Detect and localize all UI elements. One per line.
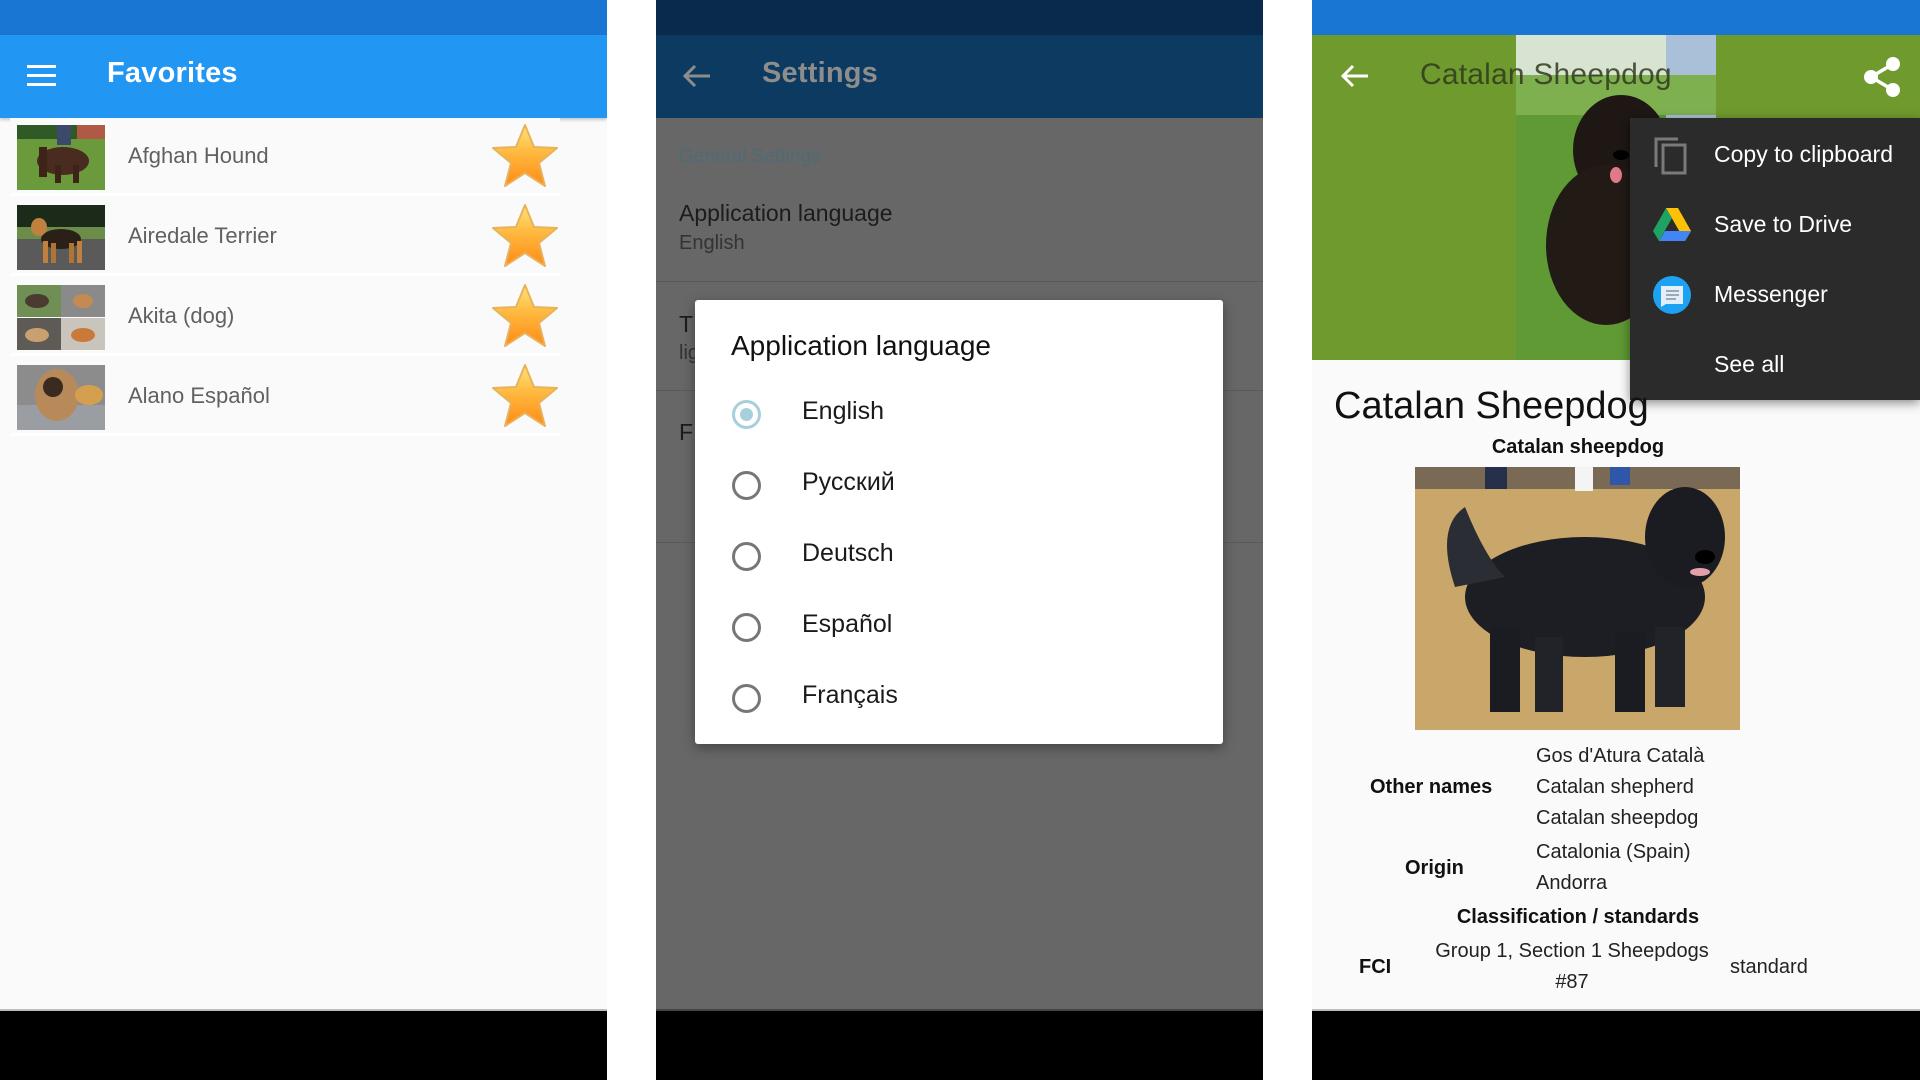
share-item-label: Copy to clipboard (1714, 141, 1893, 167)
fci-standard-link[interactable]: standard (1730, 956, 1808, 979)
share-copy-to-clipboard[interactable]: Copy to clipboard (1630, 120, 1920, 190)
radio-button[interactable] (732, 613, 761, 642)
other-name-value: Catalan sheepdog (1536, 807, 1699, 829)
google-drive-icon (1653, 208, 1691, 241)
akita-collage-photo (17, 285, 105, 350)
classification-header: Classification / standards (1456, 906, 1700, 928)
other-name-value: Catalan shepherd (1536, 776, 1694, 798)
language-option-french[interactable]: Français (695, 667, 1223, 729)
favorite-star-icon[interactable] (490, 362, 560, 430)
status-bar (1312, 0, 1920, 35)
app-toolbar: Settings (656, 35, 1263, 118)
list-item[interactable]: Afghan Hound (10, 118, 560, 196)
option-label: English (802, 397, 884, 425)
setting-title: Application language (679, 200, 893, 226)
app-toolbar: Favorites (0, 35, 607, 118)
share-item-label: Messenger (1714, 281, 1828, 307)
option-label: Русский (802, 468, 895, 496)
radio-button[interactable] (732, 471, 761, 500)
system-nav-bar (1312, 1009, 1920, 1080)
radio-button-checked[interactable] (732, 400, 761, 429)
page-title: Favorites (107, 57, 238, 89)
breed-detail-screen: Catalan Sheepdog Copy to clipboard Save … (1312, 0, 1920, 1080)
system-nav-bar (656, 1009, 1263, 1080)
breed-heading: Catalan Sheepdog (1334, 385, 1649, 427)
airedale-terrier-photo (17, 205, 105, 270)
breed-name: Akita (dog) (128, 303, 235, 328)
language-dialog: Application language English Русский Deu… (695, 300, 1223, 744)
breed-name: Afghan Hound (128, 143, 269, 168)
radio-button[interactable] (732, 542, 761, 571)
infobox-caption: Catalan sheepdog (1491, 436, 1665, 458)
option-label: Español (802, 610, 893, 638)
fci-label: FCI (1359, 956, 1392, 978)
copy-icon (1654, 137, 1687, 175)
afghan-hound-photo (17, 125, 105, 190)
language-option-german[interactable]: Deutsch (695, 525, 1223, 587)
share-see-all[interactable]: See all (1630, 330, 1920, 400)
other-name-value: Gos d'Atura Català (1536, 745, 1705, 767)
status-bar (656, 0, 1263, 35)
share-menu: Copy to clipboard Save to Drive Messenge… (1630, 118, 1920, 400)
dialog-title: Application language (731, 330, 991, 361)
system-nav-bar (0, 1009, 607, 1080)
share-messenger[interactable]: Messenger (1630, 260, 1920, 330)
language-option-russian[interactable]: Русский (695, 454, 1223, 516)
settings-screen: Settings General Settings Application la… (656, 0, 1263, 1080)
option-label: Deutsch (802, 539, 894, 567)
setting-title: T (679, 311, 694, 337)
list-item[interactable]: Alano Español (10, 358, 560, 436)
share-item-label: See all (1714, 351, 1785, 377)
page-title: Settings (762, 57, 878, 89)
fci-group: Group 1, Section 1 Sheepdogs (1435, 940, 1709, 962)
other-names-label: Other names (1370, 776, 1493, 798)
section-header: General Settings (679, 146, 821, 167)
favorites-screen: Favorites Afghan Hound Airedale Terrier … (0, 0, 607, 1080)
share-save-to-drive[interactable]: Save to Drive (1630, 190, 1920, 260)
language-option-english[interactable]: English (695, 383, 1223, 445)
origin-value: Catalonia (Spain) (1536, 841, 1691, 863)
origin-value: Andorra (1536, 872, 1608, 894)
setting-application-language[interactable]: Application language English (656, 190, 1263, 280)
fci-number: #87 (1555, 971, 1589, 993)
messenger-icon (1653, 276, 1691, 314)
setting-value: English (679, 232, 745, 254)
status-bar (0, 0, 607, 35)
breed-name: Alano Español (128, 383, 270, 408)
breed-name: Airedale Terrier (128, 223, 277, 248)
list-item[interactable]: Akita (dog) (10, 278, 560, 356)
share-icon[interactable] (1860, 55, 1904, 99)
radio-button[interactable] (732, 684, 761, 713)
setting-title: F (679, 419, 694, 445)
share-item-label: Save to Drive (1714, 211, 1853, 237)
language-option-spanish[interactable]: Español (695, 596, 1223, 658)
option-label: Français (802, 681, 898, 709)
origin-label: Origin (1405, 857, 1464, 879)
catalan-sheepdog-photo (1415, 467, 1740, 730)
back-arrow-icon[interactable] (682, 63, 712, 89)
favorite-star-icon[interactable] (490, 202, 560, 270)
favorite-star-icon[interactable] (490, 282, 560, 350)
list-item[interactable]: Airedale Terrier (10, 198, 560, 276)
toolbar-title: Catalan Sheepdog (1420, 58, 1672, 91)
back-arrow-icon[interactable] (1340, 63, 1370, 89)
favorite-star-icon[interactable] (490, 122, 560, 190)
alano-espanol-photo (17, 365, 105, 430)
hamburger-menu-icon[interactable] (27, 65, 56, 87)
